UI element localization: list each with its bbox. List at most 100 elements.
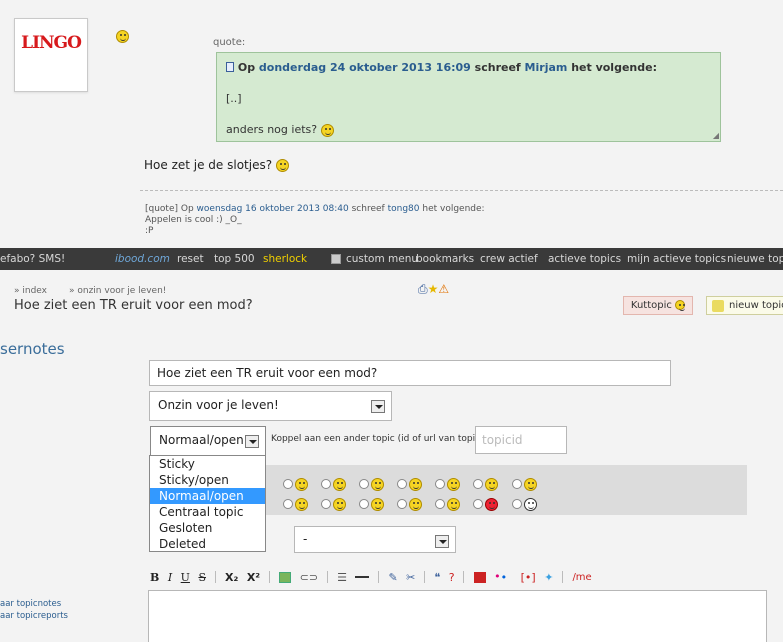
- unlink-icon[interactable]: ✂: [406, 571, 415, 584]
- avatar[interactable]: LINGO: [14, 18, 88, 92]
- nav-item-crew-actief[interactable]: crew actief: [480, 253, 538, 265]
- flickr-icon[interactable]: ••: [494, 570, 512, 584]
- nav-item-mijn-actieve-topics[interactable]: mijn actieve topics: [627, 253, 726, 265]
- youtube-icon[interactable]: [473, 571, 486, 583]
- radio-button[interactable]: [359, 499, 370, 509]
- topic-tools: ⎙★⚠: [418, 282, 449, 297]
- smiley-option[interactable]: [435, 477, 461, 491]
- avatar-logo: LINGO: [21, 27, 82, 59]
- radio-button[interactable]: [397, 479, 408, 489]
- status-option-sticky[interactable]: Sticky: [150, 456, 265, 472]
- radio-button[interactable]: [397, 499, 408, 509]
- nav-item-bookmarks[interactable]: bookmarks: [416, 253, 474, 265]
- link-topicreports[interactable]: aar topicreports: [0, 610, 68, 622]
- strike-button[interactable]: S: [198, 571, 206, 584]
- radio-button[interactable]: [283, 499, 293, 509]
- signature-date-link[interactable]: woensdag 16 oktober 2013 08:40: [197, 204, 349, 214]
- section-title: sernotes: [0, 340, 65, 358]
- topicid-input[interactable]: topicid: [475, 426, 567, 454]
- dash-select[interactable]: -: [294, 526, 456, 553]
- nav-item-sherlock[interactable]: sherlock: [263, 253, 307, 265]
- quote-author-link[interactable]: Mirjam: [525, 61, 568, 74]
- link-topicnotes[interactable]: aar topicnotes: [0, 598, 68, 610]
- radio-button[interactable]: [473, 479, 484, 489]
- nav-item-nieuwe-topics[interactable]: nieuwe topi: [727, 253, 783, 265]
- breadcrumb-forum[interactable]: » onzin voor je leven!: [69, 286, 166, 296]
- forum-select[interactable]: Onzin voor je leven!: [149, 391, 392, 421]
- status-option-deleted[interactable]: Deleted: [150, 536, 265, 552]
- document-icon: [226, 62, 234, 72]
- smiley-option[interactable]: [511, 497, 537, 511]
- underline-button[interactable]: U: [181, 571, 190, 584]
- toolbar-separator: [268, 571, 270, 583]
- radio-button[interactable]: [321, 499, 332, 509]
- status-select[interactable]: Normaal/open: [150, 426, 266, 456]
- radio-button[interactable]: [473, 499, 484, 509]
- custom-menu-icon: [331, 254, 341, 264]
- radio-button[interactable]: [511, 499, 522, 509]
- smiley-option[interactable]: [283, 497, 308, 511]
- subscript-button[interactable]: X₂: [225, 571, 238, 584]
- smiley-icon: [371, 477, 385, 491]
- signature-author-link[interactable]: tong80: [388, 204, 420, 214]
- radio-button[interactable]: [283, 479, 293, 489]
- media-icon[interactable]: [•]: [521, 571, 536, 584]
- smiley-option[interactable]: [397, 497, 423, 511]
- nav-item-sms[interactable]: efabo? SMS!: [0, 253, 65, 265]
- horizontal-rule-icon[interactable]: [355, 576, 370, 578]
- radio-button[interactable]: [435, 499, 446, 509]
- resize-handle-icon[interactable]: ◢: [713, 131, 719, 140]
- status-option-centraal[interactable]: Centraal topic: [150, 504, 265, 520]
- superscript-button[interactable]: X²: [247, 571, 260, 584]
- toolbar-separator: [326, 571, 328, 583]
- smiley-option[interactable]: [473, 477, 499, 491]
- star-icon[interactable]: ★: [428, 282, 439, 296]
- smiley-option[interactable]: [473, 497, 499, 511]
- kuttopic-button[interactable]: Kuttopic: [623, 296, 693, 315]
- link-icon[interactable]: ⊂⊃: [300, 571, 318, 584]
- smiley-option[interactable]: [283, 477, 308, 491]
- image-icon[interactable]: [279, 571, 292, 583]
- signature-line-2: Appelen is cool :) _O_: [145, 215, 242, 225]
- italic-button[interactable]: I: [168, 571, 172, 584]
- smiley-option[interactable]: [435, 497, 461, 511]
- new-topic-button[interactable]: nieuw topic: [706, 296, 783, 315]
- laughing-smiley-icon: [275, 159, 289, 172]
- bold-button[interactable]: B: [150, 571, 159, 584]
- twitter-icon[interactable]: ✦: [544, 571, 553, 584]
- quote-date-link[interactable]: donderdag 24 oktober 2013 16:09: [259, 61, 471, 74]
- radio-button[interactable]: [359, 479, 370, 489]
- quote-prefix: Op: [237, 61, 256, 74]
- radio-button[interactable]: [321, 479, 332, 489]
- code-icon[interactable]: ✎: [388, 571, 397, 584]
- breadcrumb-index[interactable]: » index: [14, 286, 47, 296]
- radio-button[interactable]: [435, 479, 446, 489]
- radio-button[interactable]: [511, 479, 522, 489]
- status-dropdown: Sticky Sticky/open Normaal/open Centraal…: [149, 455, 266, 552]
- nav-item-actieve-topics[interactable]: actieve topics: [548, 253, 621, 265]
- smiley-option[interactable]: [359, 477, 385, 491]
- print-icon[interactable]: ⎙: [418, 282, 428, 296]
- smiley-option[interactable]: [511, 477, 537, 491]
- nav-item-ibood[interactable]: ibood.com: [115, 253, 170, 265]
- smiley-option[interactable]: [359, 497, 385, 511]
- smiley-option[interactable]: [321, 477, 347, 491]
- status-option-gesloten[interactable]: Gesloten: [150, 520, 265, 536]
- status-option-sticky-open[interactable]: Sticky/open: [150, 472, 265, 488]
- post-text: Hoe zet je de slotjes?: [144, 158, 289, 172]
- nav-item-custom-menu[interactable]: custom menu: [346, 253, 418, 265]
- nav-item-reset[interactable]: reset: [177, 253, 204, 265]
- me-button[interactable]: /me: [572, 572, 591, 583]
- smiley-option[interactable]: [321, 497, 347, 511]
- smiley-option[interactable]: [397, 477, 423, 491]
- warning-icon[interactable]: ⚠: [438, 282, 449, 296]
- smiley-icon: [371, 497, 385, 511]
- message-editor[interactable]: [148, 590, 767, 642]
- nav-item-top500[interactable]: top 500: [214, 253, 255, 265]
- status-option-normaal-open[interactable]: Normaal/open: [150, 488, 265, 504]
- topic-title-input[interactable]: Hoe ziet een TR eruit voor een mod?: [149, 360, 671, 386]
- list-icon[interactable]: ☰: [337, 571, 347, 584]
- help-icon[interactable]: ?: [449, 571, 455, 584]
- quote-icon[interactable]: ❝: [434, 571, 440, 584]
- editor-toolbar: B I U S X₂ X² ⊂⊃ ☰ ✎ ✂ ❝ ? •• [•] ✦ /me: [150, 570, 597, 586]
